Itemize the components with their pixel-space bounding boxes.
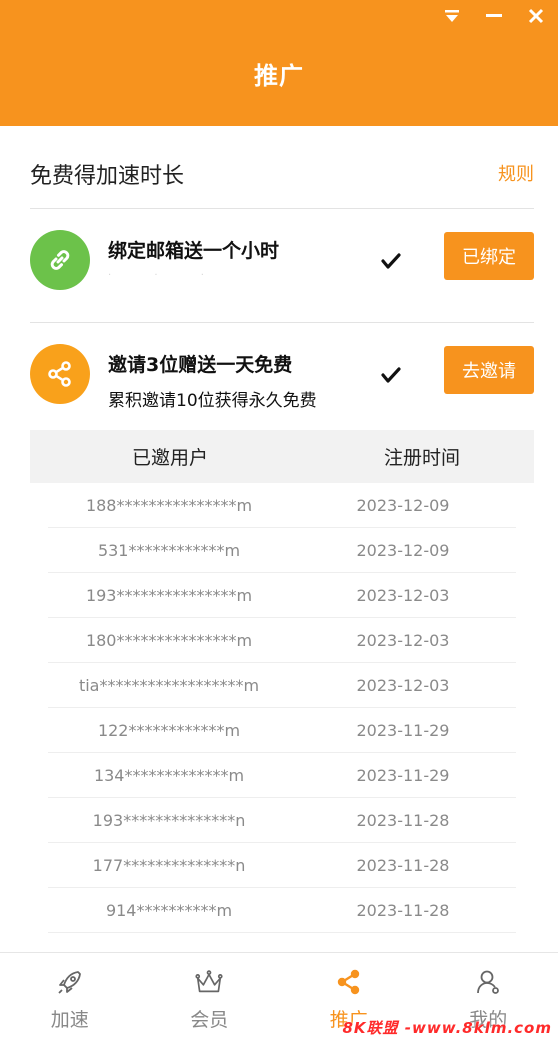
register-time: 2023-11-29 [356, 720, 450, 740]
task-subtitle: 累积邀请10位获得永久免费 [108, 391, 317, 411]
table-row: 188***************m 2023-12-09 [48, 483, 516, 528]
invite-table-body: 188***************m 2023-12-09 531******… [48, 483, 516, 933]
register-time: 2023-11-28 [356, 855, 450, 875]
invited-user: 531************m [97, 540, 241, 560]
table-row: 122************m 2023-11-29 [48, 708, 516, 753]
task-bind-email: 绑定邮箱送一个小时 · · · 已绑定 [30, 230, 534, 340]
minimize-icon[interactable] [484, 6, 504, 26]
user-icon [473, 967, 503, 997]
register-time: 2023-12-03 [356, 630, 450, 650]
column-header-user: 已邀用户 [131, 447, 208, 469]
register-time: 2023-12-03 [356, 675, 450, 695]
table-row: 914**********m 2023-11-28 [48, 888, 516, 933]
invited-user: 122************m [97, 720, 241, 740]
register-time: 2023-11-29 [356, 765, 450, 785]
invited-user: 193***************m [85, 585, 253, 605]
invite-table-header: 已邀用户 注册时间 [30, 430, 534, 483]
dropdown-icon[interactable] [442, 6, 462, 26]
register-time: 2023-12-03 [356, 585, 450, 605]
table-row: 193***************m 2023-12-03 [48, 573, 516, 618]
rocket-icon [55, 967, 85, 997]
share-icon [334, 967, 364, 997]
link-icon [30, 230, 90, 290]
table-row: 193**************n 2023-11-28 [48, 798, 516, 843]
register-time: 2023-12-09 [356, 540, 450, 560]
task-subtitle: · · · [108, 270, 224, 281]
register-time: 2023-11-28 [356, 810, 450, 830]
share-icon [30, 344, 90, 404]
divider [30, 322, 534, 323]
column-header-time: 注册时间 [383, 447, 460, 469]
header-bar: 推广 [0, 0, 558, 126]
invite-button[interactable]: 去邀请 [444, 346, 534, 394]
invited-user: 177**************n [92, 855, 246, 875]
nav-label: 会员 [190, 1009, 229, 1031]
task-title: 邀请3位赠送一天免费 [108, 354, 293, 376]
task-title: 绑定邮箱送一个小时 [108, 240, 280, 262]
rules-link[interactable]: 规则 [498, 160, 534, 186]
close-icon[interactable] [526, 6, 546, 26]
table-row: 531************m 2023-12-09 [48, 528, 516, 573]
table-row: 177**************n 2023-11-28 [48, 843, 516, 888]
invited-user: 914**********m [105, 900, 233, 920]
crown-icon [194, 967, 224, 997]
check-icon [380, 250, 402, 272]
watermark: 8K联盟 -www.8klm.com [342, 1019, 552, 1037]
register-time: 2023-12-09 [356, 495, 450, 515]
check-icon [380, 364, 402, 386]
invited-user: 188***************m [85, 495, 253, 515]
table-row: 134*************m 2023-11-29 [48, 753, 516, 798]
register-time: 2023-11-28 [356, 900, 450, 920]
invited-user: tia******************m [78, 675, 260, 695]
section-title: 免费得加速时长 [30, 164, 185, 189]
invited-user: 180***************m [85, 630, 253, 650]
divider [30, 208, 534, 209]
nav-label: 加速 [50, 1009, 89, 1031]
table-row: 180***************m 2023-12-03 [48, 618, 516, 663]
invited-user: 134*************m [93, 765, 245, 785]
bound-button[interactable]: 已绑定 [444, 232, 534, 280]
invited-user: 193**************n [92, 810, 246, 830]
nav-item-member[interactable]: 会员 [140, 953, 280, 1042]
page-title: 推广 [254, 62, 304, 90]
nav-item-accelerate[interactable]: 加速 [0, 953, 140, 1042]
window-controls [442, 6, 546, 26]
table-row: tia******************m 2023-12-03 [48, 663, 516, 708]
